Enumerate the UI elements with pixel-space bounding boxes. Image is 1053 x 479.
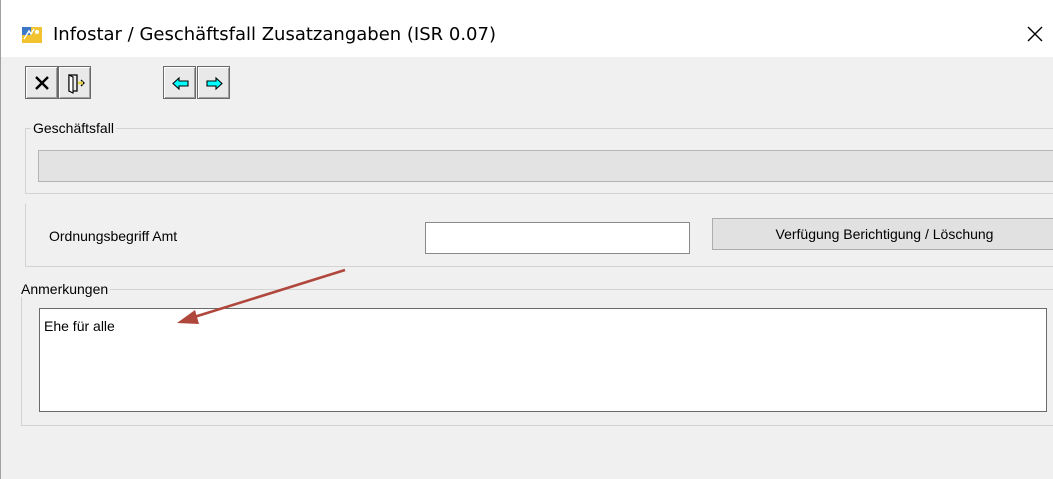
cancel-button[interactable] xyxy=(25,66,58,99)
anmerkungen-textarea[interactable]: Ehe für alle xyxy=(39,308,1047,412)
app-icon xyxy=(22,27,42,43)
anmerkungen-legend: Anmerkungen xyxy=(19,281,111,297)
exit-button[interactable] xyxy=(58,66,91,99)
dialog-window: Infostar / Geschäftsfall Zusatzangaben (… xyxy=(0,0,1053,479)
exit-door-icon xyxy=(68,74,85,94)
ordnungsbegriff-label: Ordnungsbegriff Amt xyxy=(49,228,178,244)
next-button[interactable] xyxy=(197,66,230,99)
verfuegung-button[interactable]: Verfügung Berichtigung / Löschung xyxy=(712,218,1053,250)
window-close-button[interactable] xyxy=(1019,18,1051,50)
ordnungsbegriff-input[interactable] xyxy=(425,222,690,254)
geschaeftsfall-field xyxy=(38,150,1053,182)
geschaeftsfall-legend: Geschäftsfall xyxy=(31,120,116,136)
close-x-icon xyxy=(35,76,49,90)
arrow-right-icon xyxy=(206,76,223,91)
window-title: Infostar / Geschäftsfall Zusatzangaben (… xyxy=(53,24,496,45)
previous-button[interactable] xyxy=(163,66,196,99)
title-bar: Infostar / Geschäftsfall Zusatzangaben (… xyxy=(1,0,1053,57)
arrow-left-icon xyxy=(172,76,189,91)
